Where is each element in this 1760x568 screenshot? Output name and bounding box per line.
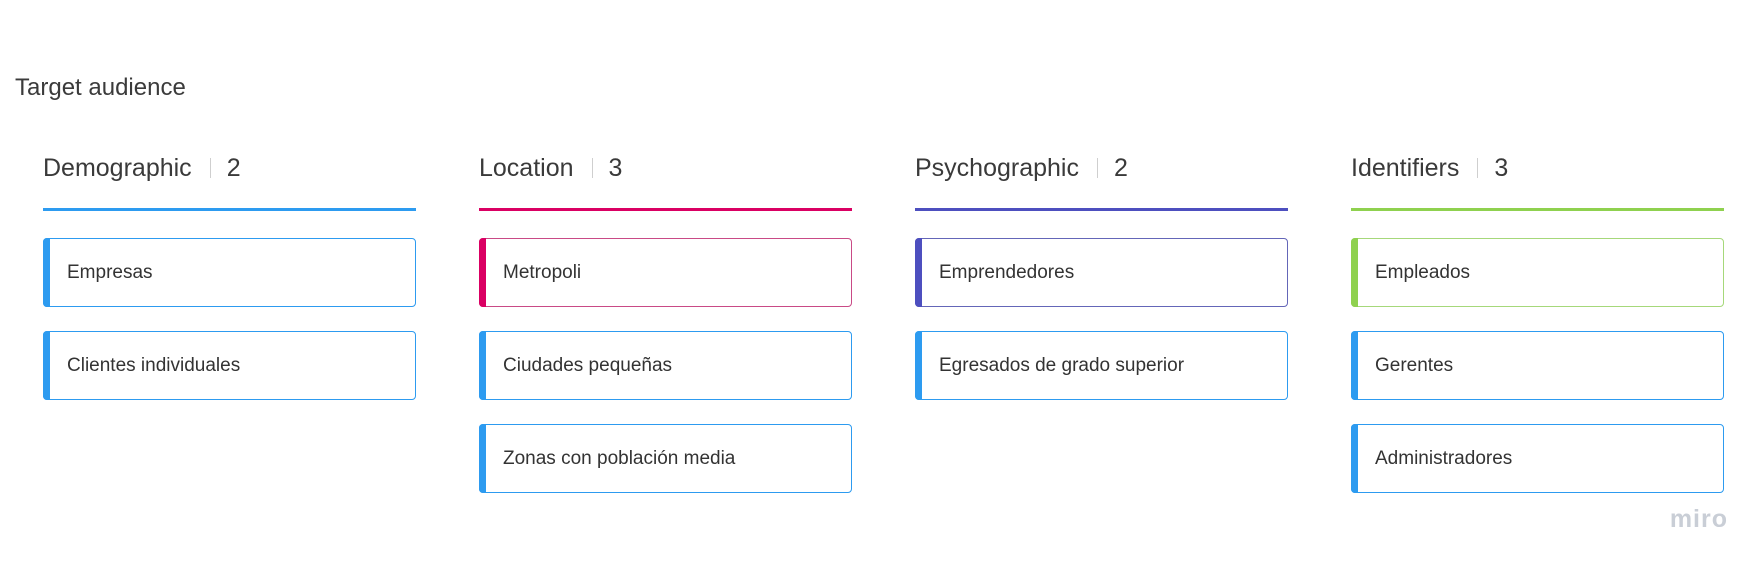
card-label: Metropoli	[503, 261, 582, 283]
column-color-line	[43, 208, 416, 211]
card-egresados-grado-superior[interactable]: Egresados de grado superior	[915, 331, 1288, 400]
card-empleados[interactable]: Empleados	[1351, 238, 1724, 307]
card-ciudades-pequenas[interactable]: Ciudades pequeñas	[479, 331, 852, 400]
card-accent	[479, 331, 486, 400]
card-accent	[1351, 238, 1358, 307]
card-label: Administradores	[1375, 447, 1513, 469]
card-emprendedores[interactable]: Emprendedores	[915, 238, 1288, 307]
column-header[interactable]: Identifiers 3	[1351, 150, 1724, 186]
board-title: Target audience	[15, 74, 186, 101]
card-clientes-individuales[interactable]: Clientes individuales	[43, 331, 416, 400]
column-count: 2	[1113, 153, 1128, 182]
column-header[interactable]: Demographic 2	[43, 150, 416, 186]
card-metropoli[interactable]: Metropoli	[479, 238, 852, 307]
card-accent	[43, 238, 50, 307]
card-label: Empleados	[1375, 261, 1471, 283]
card-label: Empresas	[67, 261, 153, 283]
header-divider	[1477, 158, 1479, 178]
card-accent	[1351, 424, 1358, 493]
column-title: Demographic	[43, 153, 192, 182]
column-identifiers: Identifiers 3 Empleados Gerentes Adminis…	[1351, 150, 1724, 517]
card-accent	[1351, 331, 1358, 400]
column-psychographic: Psychographic 2 Emprendedores Egresados …	[915, 150, 1288, 424]
card-accent	[915, 331, 922, 400]
card-label: Gerentes	[1375, 354, 1454, 376]
header-divider	[591, 158, 593, 178]
column-demographic: Demographic 2 Empresas Clientes individu…	[43, 150, 416, 424]
card-gerentes[interactable]: Gerentes	[1351, 331, 1724, 400]
column-location: Location 3 Metropoli Ciudades pequeñas Z…	[479, 150, 852, 517]
card-accent	[479, 238, 486, 307]
miro-logo: miro	[1669, 505, 1728, 533]
card-label: Emprendedores	[939, 261, 1075, 283]
card-administradores[interactable]: Administradores	[1351, 424, 1724, 493]
header-divider	[209, 158, 211, 178]
column-count: 2	[226, 153, 241, 182]
column-color-line	[1351, 208, 1724, 211]
column-title: Identifiers	[1351, 153, 1460, 182]
card-accent	[479, 424, 486, 493]
card-accent	[915, 238, 922, 307]
column-count: 3	[608, 153, 623, 182]
card-accent	[43, 331, 50, 400]
card-label: Clientes individuales	[67, 354, 241, 376]
column-count: 3	[1494, 153, 1509, 182]
card-label: Ciudades pequeñas	[503, 354, 673, 376]
card-label: Egresados de grado superior	[939, 354, 1185, 376]
card-empresas[interactable]: Empresas	[43, 238, 416, 307]
column-header[interactable]: Location 3	[479, 150, 852, 186]
column-title: Psychographic	[915, 153, 1079, 182]
header-divider	[1096, 158, 1098, 178]
column-color-line	[479, 208, 852, 211]
card-label: Zonas con población media	[503, 447, 736, 469]
column-header[interactable]: Psychographic 2	[915, 150, 1288, 186]
card-zonas-poblacion-media[interactable]: Zonas con población media	[479, 424, 852, 493]
column-color-line	[915, 208, 1288, 211]
column-title: Location	[479, 153, 574, 182]
